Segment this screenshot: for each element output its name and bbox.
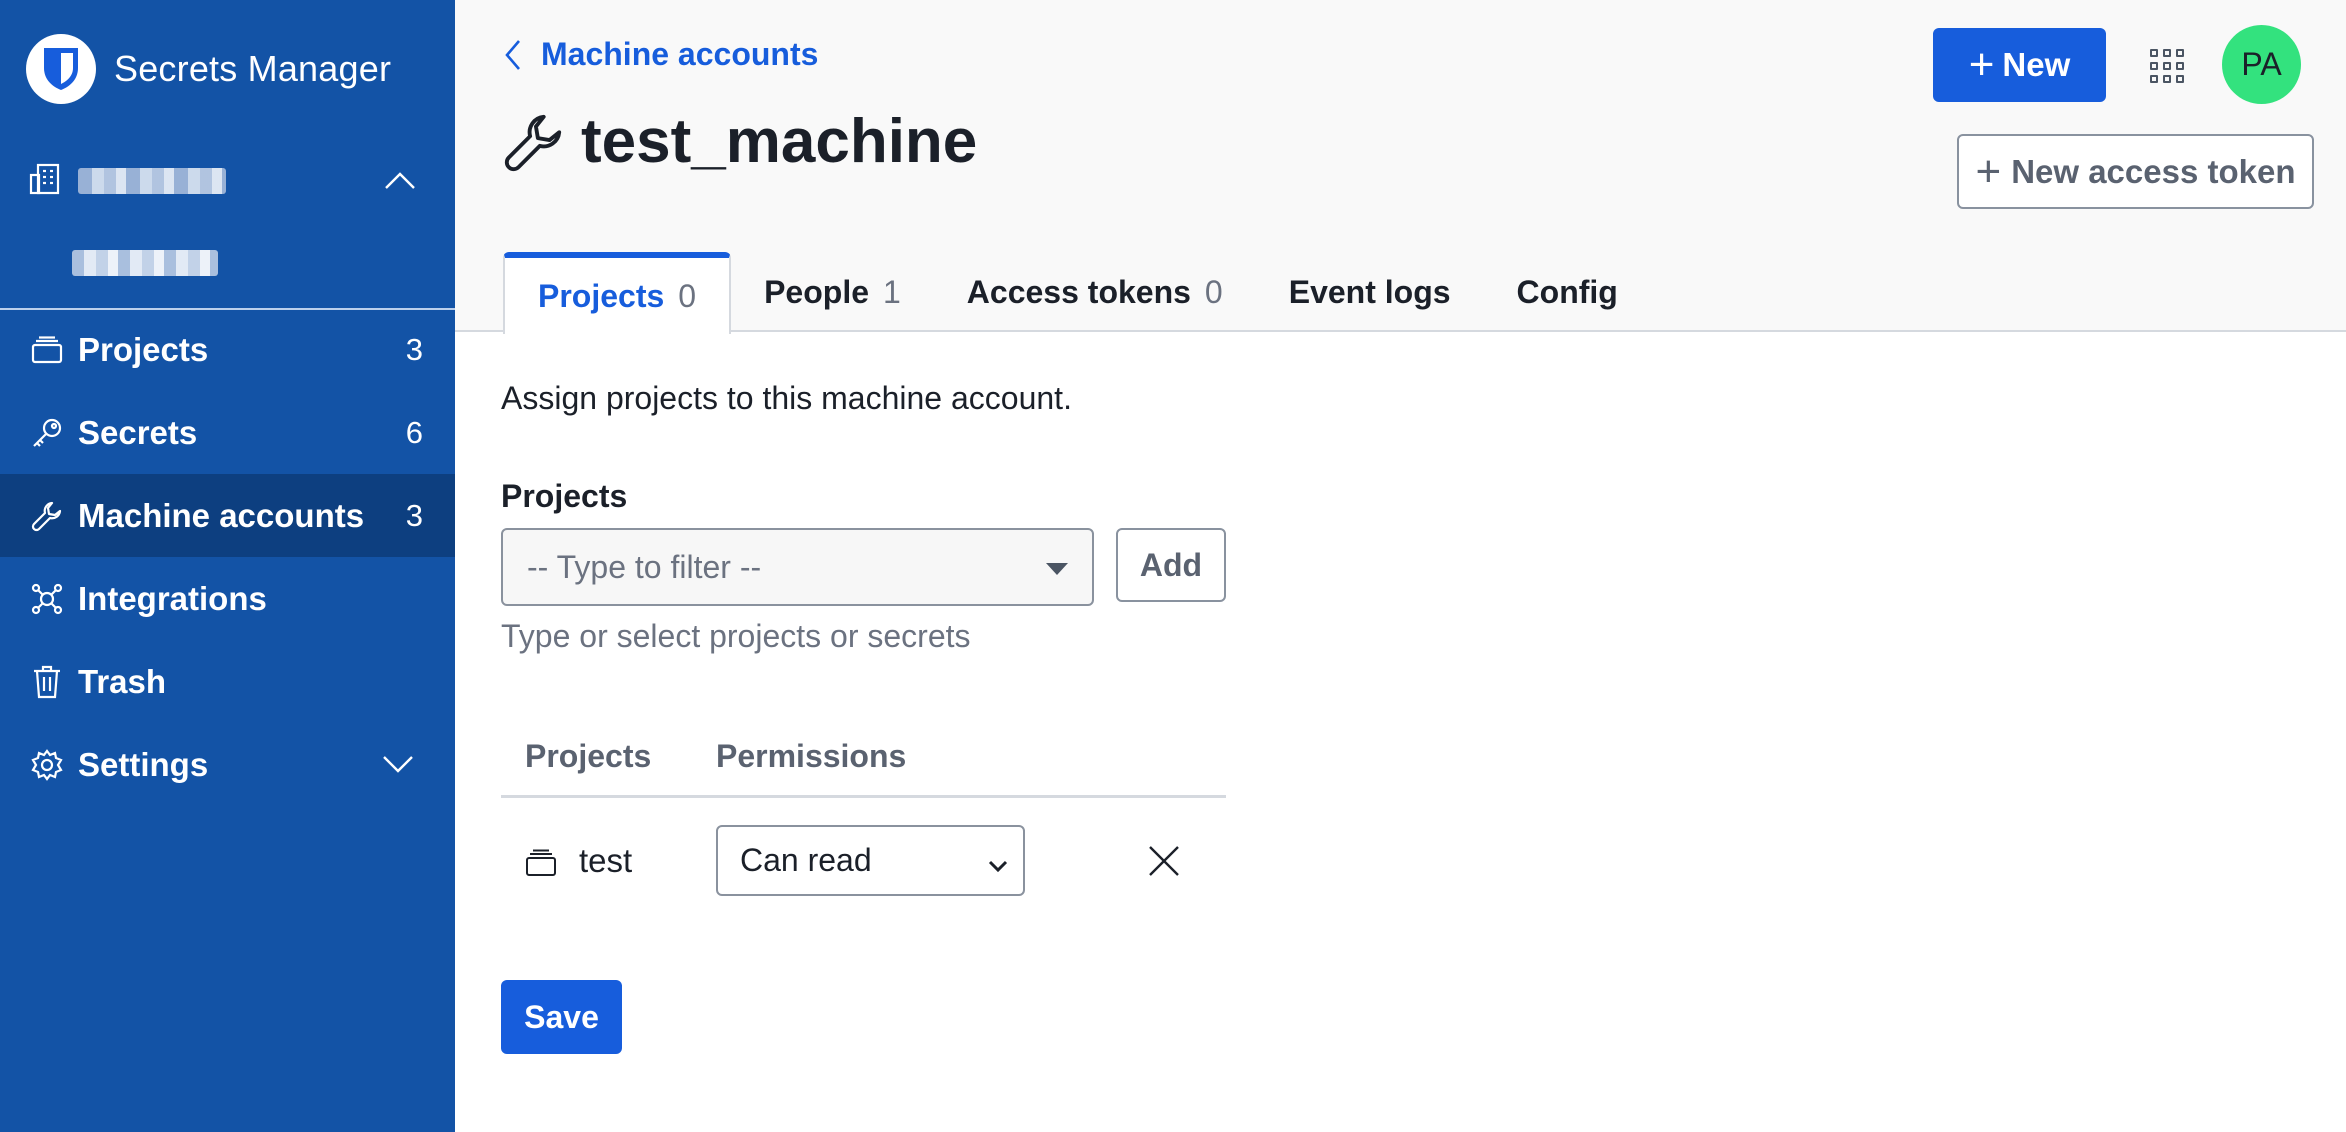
sidebar-item-label: Projects bbox=[78, 330, 209, 368]
new-button-label: New bbox=[2002, 46, 2071, 83]
gear-icon bbox=[30, 748, 64, 782]
tab-label: Event logs bbox=[1288, 273, 1451, 310]
tab-label: Config bbox=[1516, 273, 1618, 310]
main-content: Assign projects to this machine account.… bbox=[501, 380, 1701, 1054]
wrench-icon bbox=[503, 111, 565, 173]
project-name: test bbox=[579, 841, 633, 879]
sidebar-item-label: Machine accounts bbox=[78, 496, 365, 534]
tab-count: 1 bbox=[883, 273, 901, 310]
sidebar-item-secrets[interactable]: Secrets 6 bbox=[0, 391, 455, 474]
add-button[interactable]: Add bbox=[1116, 528, 1226, 602]
tab-count: 0 bbox=[678, 277, 697, 314]
tab-event-logs[interactable]: Event logs bbox=[1256, 252, 1484, 332]
org-sub-item-redacted[interactable] bbox=[72, 250, 218, 276]
new-access-token-label: New access token bbox=[2011, 152, 2296, 190]
tab-bar: Projects 0 People 1 Access tokens 0 Even… bbox=[503, 252, 1651, 334]
tab-label: Access tokens bbox=[966, 273, 1191, 310]
product-switcher-icon[interactable] bbox=[2145, 44, 2189, 88]
organization-icon bbox=[28, 162, 62, 201]
sidebar: Secrets Manager Projects 3 Secrets 6 Mac… bbox=[0, 0, 455, 1132]
org-switcher[interactable] bbox=[0, 150, 455, 212]
save-button[interactable]: Save bbox=[501, 980, 622, 1054]
bitwarden-shield-icon bbox=[26, 34, 96, 104]
project-filter-select[interactable]: -- Type to filter -- bbox=[501, 528, 1094, 606]
tab-config[interactable]: Config bbox=[1484, 252, 1651, 332]
plus-icon: + bbox=[1975, 146, 2002, 196]
project-cell: test bbox=[501, 842, 716, 880]
avatar[interactable]: PA bbox=[2222, 25, 2301, 104]
wrench-icon bbox=[30, 499, 64, 533]
table-header: Projects Permissions bbox=[501, 718, 1226, 798]
page-header: Machine accounts test_machine + New PA +… bbox=[455, 0, 2346, 334]
caret-down-icon bbox=[1046, 563, 1068, 575]
chevron-up-icon[interactable] bbox=[383, 166, 417, 201]
app-name: Secrets Manager bbox=[114, 48, 392, 89]
plus-icon: + bbox=[1968, 40, 1995, 89]
permission-select[interactable]: Can read bbox=[716, 825, 1025, 896]
filter-placeholder: -- Type to filter -- bbox=[527, 548, 762, 585]
org-name-redacted bbox=[78, 168, 226, 194]
tab-label: Projects bbox=[538, 277, 665, 314]
projects-field-label: Projects bbox=[501, 478, 628, 514]
new-access-token-button[interactable]: + New access token bbox=[1957, 134, 2314, 209]
projects-table: Projects Permissions test Can read bbox=[501, 718, 1226, 923]
sidebar-item-label: Integrations bbox=[78, 579, 267, 617]
column-header-permissions: Permissions bbox=[716, 738, 907, 774]
sidebar-item-count: 6 bbox=[405, 414, 423, 450]
chevron-down-icon bbox=[381, 749, 415, 787]
column-header-projects: Projects bbox=[525, 738, 652, 774]
page-title-text: test_machine bbox=[581, 107, 978, 176]
sidebar-nav: Projects 3 Secrets 6 Machine accounts 3 … bbox=[0, 308, 455, 806]
breadcrumb[interactable]: Machine accounts bbox=[503, 36, 818, 73]
breadcrumb-link[interactable]: Machine accounts bbox=[541, 36, 818, 73]
sidebar-item-projects[interactable]: Projects 3 bbox=[0, 308, 455, 391]
sidebar-item-count: 3 bbox=[405, 497, 423, 533]
sidebar-item-label: Secrets bbox=[78, 413, 198, 451]
permission-value: Can read bbox=[740, 842, 872, 878]
chevron-left-icon bbox=[503, 38, 523, 72]
tab-count: 0 bbox=[1204, 273, 1223, 310]
field-hint: Type or select projects or secrets bbox=[501, 618, 971, 654]
tab-projects[interactable]: Projects 0 bbox=[503, 252, 732, 334]
sidebar-item-label: Trash bbox=[78, 662, 167, 700]
page-title: test_machine bbox=[503, 106, 977, 177]
projects-icon bbox=[30, 333, 64, 367]
sidebar-item-trash[interactable]: Trash bbox=[0, 640, 455, 723]
trash-icon bbox=[30, 665, 64, 699]
tab-people[interactable]: People 1 bbox=[731, 252, 934, 332]
sidebar-item-integrations[interactable]: Integrations bbox=[0, 557, 455, 640]
project-icon bbox=[525, 847, 557, 876]
tab-access-tokens[interactable]: Access tokens 0 bbox=[934, 252, 1256, 332]
key-icon bbox=[30, 416, 64, 450]
section-description: Assign projects to this machine account. bbox=[501, 380, 1072, 416]
brand[interactable]: Secrets Manager bbox=[26, 34, 391, 104]
sidebar-item-count: 3 bbox=[405, 331, 423, 367]
new-button[interactable]: + New bbox=[1933, 28, 2106, 102]
chevron-down-icon bbox=[987, 849, 1009, 886]
integrations-icon bbox=[30, 582, 64, 616]
close-icon[interactable] bbox=[1147, 844, 1181, 878]
table-row: test Can read bbox=[501, 798, 1226, 923]
tab-label: People bbox=[764, 273, 869, 310]
sidebar-item-machine-accounts[interactable]: Machine accounts 3 bbox=[0, 474, 455, 557]
sidebar-item-settings[interactable]: Settings bbox=[0, 723, 455, 806]
sidebar-item-label: Settings bbox=[78, 745, 209, 783]
